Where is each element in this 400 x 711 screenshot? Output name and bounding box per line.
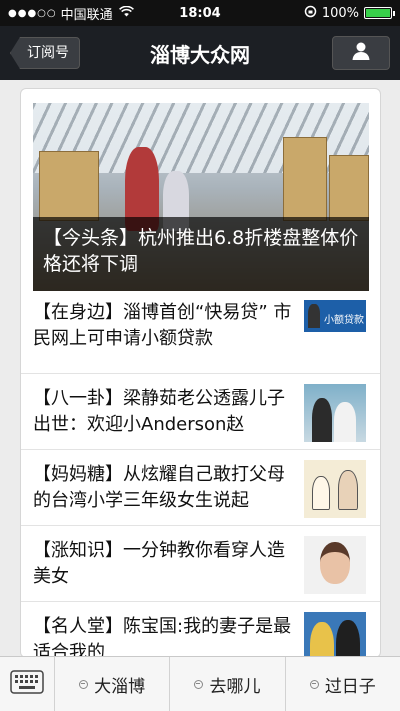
submenu-icon [309,679,319,689]
thumbnail-person [308,304,320,328]
thumbnail-banner-text: 小额贷款 [324,315,364,326]
article-thumbnail: 小额贷款 [304,300,366,332]
article-title: 【八一卦】梁静茹老公透露儿子出世：欢迎小Anderson赵 [33,388,285,435]
submenu-icon [194,679,204,689]
status-bar: ●●●○○ 中国联通 18:04 100% [0,0,400,26]
article-thumbnail [304,384,366,442]
article-item[interactable]: 【涨知识】一分钟教你看穿人造美女 [21,526,380,602]
thumbnail-face [320,542,350,584]
article-thumbnail [304,536,366,594]
hero-image-building [39,151,99,221]
hero-article[interactable]: 【今头条】杭州推出6.8折楼盘整体价格还将下调 [33,103,369,291]
thumbnail-cartoon-left [312,476,330,510]
battery-icon [364,7,395,19]
article-title: 【在身边】淄博首创“快易贷” 市民网上可申请小额贷款 [33,302,292,349]
bottom-menu-bar: 大淄博 去哪儿 过日子 [0,656,400,711]
battery-percent: 100% [321,5,359,21]
wifi-icon [118,5,134,20]
menu-tab-dazibo[interactable]: 大淄博 [55,657,171,711]
menu-tab-label: 过日子 [324,676,376,697]
article-item[interactable]: 【八一卦】梁静茹老公透露儿子出世：欢迎小Anderson赵 [21,374,380,450]
hero-caption: 【今头条】杭州推出6.8折楼盘整体价格还将下调 [33,217,369,291]
thumbnail-person [336,620,360,657]
article-title: 【涨知识】一分钟教你看穿人造美女 [33,540,285,587]
hero-image-building [329,155,369,221]
menu-tab-qunaer[interactable]: 去哪儿 [170,657,286,711]
carrier-name: 中国联通 [60,7,113,23]
article-item[interactable]: 【妈妈糖】从炫耀自己敢打父母的台湾小学三年级女生说起 [21,450,380,526]
back-button[interactable]: 订阅号 [10,37,80,69]
person-icon [351,41,371,65]
hero-image-building [283,137,327,221]
article-thumbnail [304,612,366,657]
article-title: 【妈妈糖】从炫耀自己敢打父母的台湾小学三年级女生说起 [33,464,285,511]
nav-bar: 订阅号 淄博大众网 [0,26,400,80]
menu-tab-label: 去哪儿 [209,676,261,697]
submenu-icon [79,679,89,689]
profile-button[interactable] [332,36,390,70]
article-card: 【今头条】杭州推出6.8折楼盘整体价格还将下调 【在身边】淄博首创“快易贷” 市… [20,88,381,658]
rotation-lock-icon [304,5,317,22]
signal-icon: ●●●○○ [8,7,57,19]
article-list: 【在身边】淄博首创“快易贷” 市民网上可申请小额贷款 小额贷款 【八一卦】梁静茹… [21,294,380,658]
thumbnail-person [310,622,334,657]
menu-tab-label: 大淄博 [94,676,146,697]
article-item[interactable]: 【在身边】淄博首创“快易贷” 市民网上可申请小额贷款 小额贷款 [21,294,380,374]
menu-tab-guorizi[interactable]: 过日子 [286,657,400,711]
keyboard-toggle-button[interactable] [0,657,55,711]
thumbnail-person [334,402,356,442]
battery-level-fill [366,9,390,17]
article-item[interactable]: 【名人堂】陈宝国:我的妻子是最适合我的 [21,602,380,658]
article-title: 【名人堂】陈宝国:我的妻子是最适合我的 [33,616,292,658]
keyboard-icon [10,670,44,698]
thumbnail-cartoon-right [338,470,358,510]
article-thumbnail [304,460,366,518]
thumbnail-person [312,398,332,442]
